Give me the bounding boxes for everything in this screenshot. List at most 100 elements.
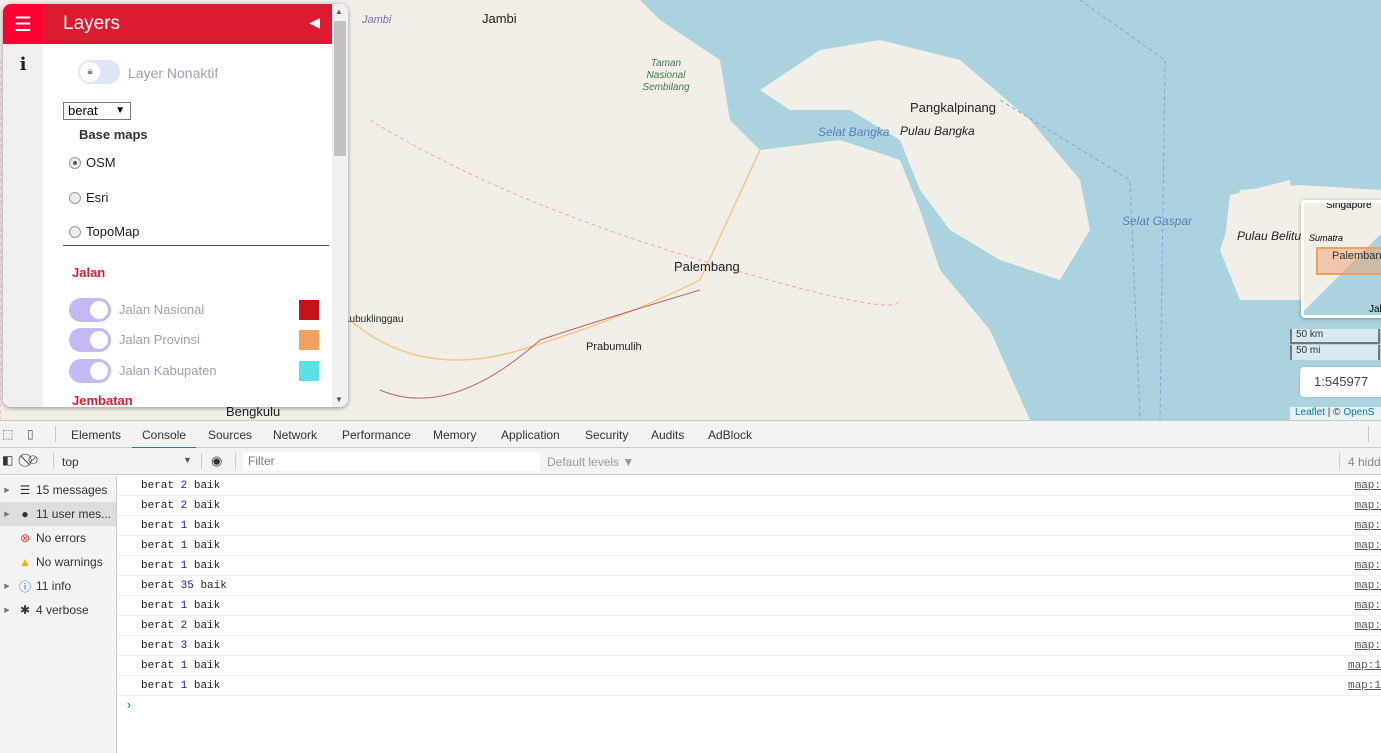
msg-text: berat	[141, 660, 175, 672]
source-link[interactable]: map:1	[1348, 656, 1381, 676]
source-link[interactable]: map:	[1355, 536, 1381, 556]
source-link[interactable]: map:	[1355, 616, 1381, 636]
map-label: Palembang	[674, 259, 740, 274]
tab-network[interactable]: Network	[273, 428, 317, 442]
msg-text: berat	[141, 580, 175, 592]
tab-console[interactable]: Console	[131, 428, 197, 449]
msg-text: baik	[193, 640, 221, 652]
console-sidebar: ▶ ☰ 15 messages ▶ ● 11 user mes... ⊗ No error…	[0, 476, 117, 753]
layer-lock-toggle[interactable]: 🔒︎	[78, 60, 120, 84]
context-select[interactable]: top	[62, 455, 79, 469]
tab-audits[interactable]: Audits	[651, 428, 684, 442]
expand-icon[interactable]: ▶	[0, 582, 14, 590]
tab-elements[interactable]: Elements	[71, 428, 121, 442]
panel-scrollbar[interactable]: ▲ ▼	[332, 4, 348, 407]
basemap-label: OSM	[86, 155, 116, 170]
sidebar-label: 15 messages	[36, 483, 108, 497]
inspect-icon[interactable]: ⬚	[2, 427, 13, 441]
attribute-select[interactable]: berat ▼	[63, 102, 131, 120]
panel-tabs: ☰ i	[3, 4, 43, 407]
msg-text: baik	[193, 560, 221, 572]
map-label: Pulau Belitu	[1237, 229, 1302, 243]
tab-application[interactable]: Application	[501, 428, 560, 442]
layer-jalan-nasional: Jalan Nasional	[69, 298, 329, 322]
minimap[interactable]: Singapore Sumatra Palemban Jak	[1301, 200, 1381, 318]
source-link[interactable]: map:	[1355, 556, 1381, 576]
radio-icon[interactable]	[69, 225, 81, 238]
sidebar-item-verbose[interactable]: ▶ ✱ 4 verbose	[0, 598, 116, 622]
tab-memory[interactable]: Memory	[433, 428, 476, 442]
map[interactable]: Jambi Jambi Taman Nasional Sembilang Pan…	[0, 0, 1381, 420]
osm-link[interactable]: OpenS	[1343, 407, 1374, 418]
source-link[interactable]: map:	[1355, 576, 1381, 596]
layer-toggle[interactable]	[69, 328, 111, 352]
panel-header: Layers ◀	[43, 4, 332, 44]
msg-text: berat	[141, 540, 175, 552]
list-icon: ☰	[19, 483, 31, 497]
expand-icon[interactable]: ▶	[0, 486, 14, 494]
dropdown-arrow-icon: ▼	[115, 105, 125, 116]
sidebar-item-messages[interactable]: ▶ ☰ 15 messages	[0, 478, 116, 502]
eye-icon[interactable]: ◉	[211, 453, 222, 469]
msg-text: baik	[193, 600, 221, 612]
tab-performance[interactable]: Performance	[342, 428, 411, 442]
separator	[201, 453, 202, 469]
filter-input[interactable]: Filter	[243, 452, 540, 471]
console-toolbar: ◧ ⃠⊘ top ▼ ◉ Filter Default levels ▼ 4 h…	[0, 448, 1381, 475]
basemap-label: TopoMap	[86, 224, 140, 239]
leaflet-link[interactable]: Leaflet	[1295, 407, 1325, 418]
sidebar-item-warnings[interactable]: ▲ No warnings	[0, 550, 116, 574]
separator	[55, 426, 56, 442]
basemap-label: Esri	[86, 190, 109, 205]
msg-text: berat	[141, 600, 175, 612]
sidebar-item-user-messages[interactable]: ▶ ● 11 user mes...	[0, 502, 116, 526]
radio-icon[interactable]	[69, 191, 81, 204]
source-link[interactable]: map:1	[1348, 676, 1381, 696]
sidebar-item-errors[interactable]: ⊗ No errors	[0, 526, 116, 550]
context-dropdown-icon[interactable]: ▼	[183, 455, 192, 465]
section-jalan: Jalan	[72, 265, 106, 280]
scale-km: 50 km	[1290, 329, 1380, 344]
tab-security[interactable]: Security	[585, 428, 628, 442]
msg-text: baik	[193, 620, 221, 632]
radio-icon[interactable]	[69, 156, 81, 169]
source-link[interactable]: map:	[1355, 476, 1381, 496]
msg-text: berat	[141, 500, 175, 512]
source-link[interactable]: map:	[1355, 496, 1381, 516]
hamburger-icon[interactable]: ☰	[3, 4, 43, 44]
scroll-down-icon[interactable]: ▼	[335, 395, 343, 404]
tab-sources[interactable]: Sources	[208, 428, 252, 442]
devtools-tabbar: ⬚ ▯ Elements Console Sources Network Per…	[0, 420, 1381, 449]
basemap-esri[interactable]: Esri	[69, 190, 108, 205]
console-prompt[interactable]: ›	[117, 696, 1381, 716]
expand-icon[interactable]: ▶	[0, 606, 14, 614]
caret-left-icon[interactable]: ◀	[309, 14, 320, 31]
lock-label: Layer Nonaktif	[128, 65, 219, 81]
scale-ratio[interactable]: 1:545977	[1300, 367, 1381, 397]
layer-jalan-kabupaten: Jalan Kabupaten	[69, 359, 329, 383]
source-link[interactable]: map:	[1355, 636, 1381, 656]
layer-toggle[interactable]	[69, 298, 111, 322]
source-link[interactable]: map:	[1355, 596, 1381, 616]
sidebar-toggle-icon[interactable]: ◧	[2, 453, 13, 467]
layer-toggle[interactable]	[69, 359, 111, 383]
panel-title: Layers	[63, 13, 121, 34]
basemap-topomap[interactable]: TopoMap	[69, 224, 139, 239]
clear-console-icon[interactable]: ⃠⊘	[28, 452, 38, 468]
scroll-thumb[interactable]	[334, 21, 346, 156]
source-link[interactable]: map:	[1355, 516, 1381, 536]
device-toggle-icon[interactable]: ▯	[27, 427, 34, 441]
msg-text: baik	[193, 540, 221, 552]
info-icon[interactable]: i	[3, 44, 43, 84]
user-icon: ●	[21, 507, 29, 521]
sidebar-item-info[interactable]: ▶ ⓘ 11 info	[0, 574, 116, 598]
lock-icon: 🔒︎	[80, 62, 100, 82]
scroll-up-icon[interactable]: ▲	[335, 7, 343, 16]
basemap-osm[interactable]: OSM	[69, 155, 116, 170]
tab-adblock[interactable]: AdBlock	[708, 428, 752, 442]
msg-number: 2	[180, 480, 188, 492]
log-levels-select[interactable]: Default levels ▼	[547, 455, 634, 469]
attribution-sep: | ©	[1325, 407, 1344, 418]
sidebar-label: No warnings	[36, 555, 103, 569]
expand-icon[interactable]: ▶	[0, 510, 14, 518]
